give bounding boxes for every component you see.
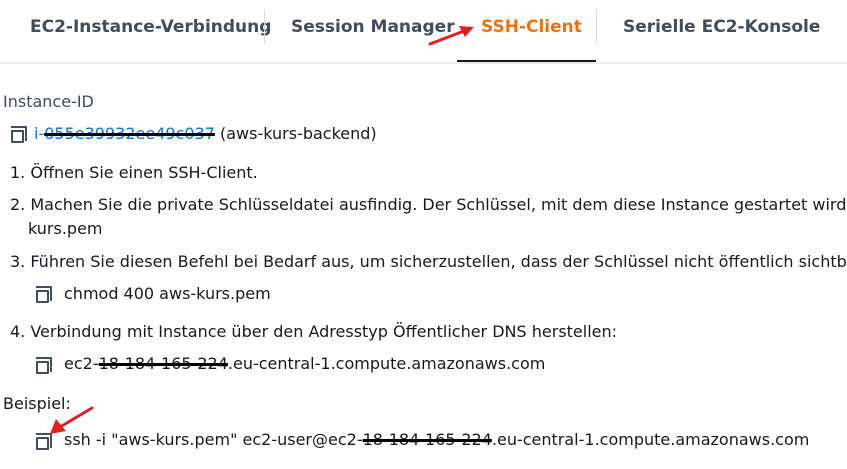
public-dns: ec2-18-184-165-224.eu-central-1.compute.… xyxy=(64,354,546,373)
copy-icon[interactable] xyxy=(36,286,52,303)
tab-serial-console[interactable]: Serielle EC2-Konsole xyxy=(623,0,820,56)
tab-ec2-instance-connect[interactable]: EC2-Instance-Verbindung xyxy=(30,0,271,56)
copy-icon[interactable] xyxy=(11,126,27,143)
step-2-continuation: kurs.pem xyxy=(28,219,103,238)
instance-name: (aws-kurs-backend) xyxy=(219,124,377,143)
red-annotation-arrow-icon xyxy=(428,26,474,46)
step-1: 1. Öffnen Sie einen SSH-Client. xyxy=(10,163,258,182)
step-4: 4. Verbindung mit Instance über den Adre… xyxy=(10,322,618,341)
tab-divider xyxy=(0,62,847,64)
tab-bar: EC2-Instance-Verbindung Session Manager … xyxy=(0,0,847,64)
instance-id-heading: Instance-ID xyxy=(3,92,94,111)
tab-ssh-client[interactable]: SSH-Client xyxy=(481,0,582,56)
copy-icon[interactable] xyxy=(36,357,52,374)
copy-icon[interactable] xyxy=(36,433,52,450)
tab-separator xyxy=(264,10,265,44)
ssh-example-command: ssh -i "aws-kurs.pem" ec2-user@ec2-18-18… xyxy=(64,430,810,449)
instance-id-link[interactable]: i-055e39932ee49c037 xyxy=(34,124,215,143)
step-3: 3. Führen Sie diesen Befehl bei Bedarf a… xyxy=(10,252,847,271)
instance-id-row: i-055e39932ee49c037 (aws-kurs-backend) xyxy=(34,124,377,143)
chmod-command: chmod 400 aws-kurs.pem xyxy=(64,284,271,303)
tab-separator xyxy=(596,10,597,44)
step-2: 2. Machen Sie die private Schlüsseldatei… xyxy=(10,195,847,214)
